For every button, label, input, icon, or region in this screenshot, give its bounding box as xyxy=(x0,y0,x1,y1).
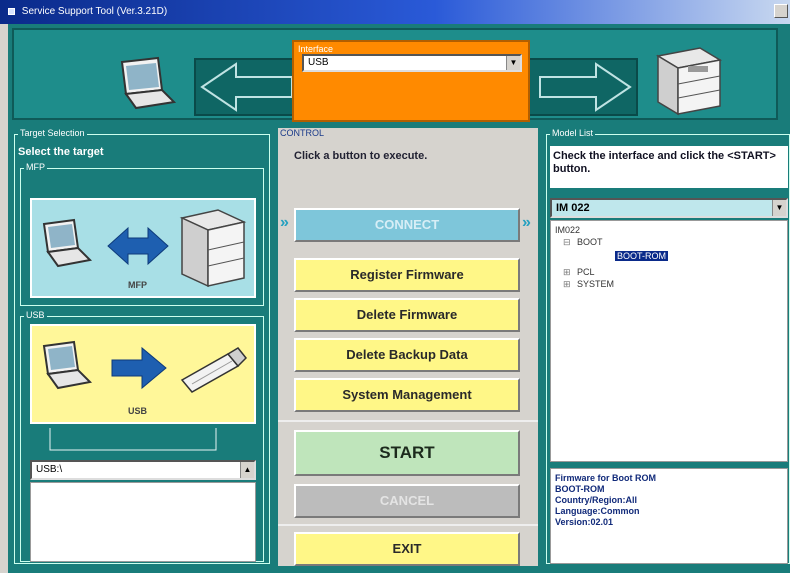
tree-expander-icon[interactable]: ⊞ xyxy=(563,279,571,290)
right-arrow-icon xyxy=(111,346,167,390)
usb-file-list[interactable] xyxy=(30,482,256,562)
chevron-right-icon: » xyxy=(280,214,289,231)
laptop-icon xyxy=(42,340,93,390)
target-selection-panel: Target Selection Select the target MFP M… xyxy=(12,128,272,566)
connect-button[interactable]: CONNECT xyxy=(294,208,520,242)
control-instruction: Click a button to execute. xyxy=(294,150,428,162)
app-icon xyxy=(8,7,15,15)
control-panel: CONTROL Click a button to execute. » CON… xyxy=(278,128,538,566)
cancel-button[interactable]: CANCEL xyxy=(294,484,520,518)
scroll-arrow-icon[interactable]: ▲ xyxy=(240,462,254,478)
usb-caption: USB xyxy=(128,406,148,416)
model-value: IM 022 xyxy=(556,202,590,214)
info-line: Language:Common xyxy=(555,506,640,516)
mfp-target-option[interactable]: MFP xyxy=(30,198,256,298)
info-line: Country/Region:All xyxy=(555,495,637,505)
interface-band: Interface USB ▼ xyxy=(12,28,778,122)
system-management-button[interactable]: System Management xyxy=(294,378,520,412)
mfp-printer-icon xyxy=(179,209,247,288)
info-line: BOOT-ROM xyxy=(555,484,605,494)
chevron-right-icon: » xyxy=(522,214,531,231)
usb-target-option[interactable]: USB xyxy=(30,324,256,424)
model-list-title: Model List xyxy=(550,128,596,138)
control-title: CONTROL xyxy=(280,128,325,138)
register-firmware-button[interactable]: Register Firmware xyxy=(294,258,520,292)
delete-firmware-button[interactable]: Delete Firmware xyxy=(294,298,520,332)
tree-expander-icon[interactable]: ⊞ xyxy=(563,267,571,278)
firmware-tree[interactable]: IM022 ⊟ BOOT BOOT-ROM ⊞ PCL ⊞ SYSTEM xyxy=(550,220,788,462)
tree-expander-icon[interactable]: ⊟ xyxy=(563,237,571,248)
info-line: Version:02.01 xyxy=(555,517,614,527)
divider xyxy=(278,420,538,422)
usb-drive-dropdown[interactable]: USB:\ ▲ xyxy=(30,460,256,480)
chevron-down-icon[interactable]: ▼ xyxy=(506,56,520,70)
tree-node-boot-rom[interactable]: BOOT-ROM xyxy=(615,251,668,261)
start-button[interactable]: START xyxy=(294,430,520,476)
tree-node-pcl[interactable]: PCL xyxy=(577,267,595,277)
mfp-caption: MFP xyxy=(128,280,147,290)
info-line: Firmware for Boot ROM xyxy=(555,473,657,483)
interface-value: USB xyxy=(308,57,329,68)
target-selection-title: Target Selection xyxy=(18,128,87,138)
model-dropdown[interactable]: IM 022 ▼ xyxy=(550,198,788,218)
delete-backup-data-button[interactable]: Delete Backup Data xyxy=(294,338,520,372)
usb-drive-icon xyxy=(180,347,248,393)
laptop-icon xyxy=(42,218,93,268)
select-target-instruction: Select the target xyxy=(18,146,104,158)
close-button[interactable] xyxy=(774,4,788,18)
usb-connector-line xyxy=(49,428,217,451)
main-window: Interface USB ▼ Target Selection Select … xyxy=(8,24,790,573)
usb-drive-value: USB:\ xyxy=(36,464,63,475)
interface-label: Interface xyxy=(298,44,334,54)
exit-button[interactable]: EXIT xyxy=(294,532,520,566)
usb-group-label: USB xyxy=(24,310,47,320)
divider xyxy=(278,524,538,526)
firmware-info-box: Firmware for Boot ROM BOOT-ROM Country/R… xyxy=(550,468,788,564)
model-list-instruction: Check the interface and click the <START… xyxy=(550,146,788,188)
title-bar: Service Support Tool (Ver.3.21D) xyxy=(0,0,790,24)
mfp-group-label: MFP xyxy=(24,162,47,172)
interface-dropdown[interactable]: USB ▼ xyxy=(302,54,522,72)
laptop-icon xyxy=(120,56,176,110)
interface-selector-box: Interface USB ▼ xyxy=(292,40,530,122)
tree-node-root[interactable]: IM022 xyxy=(555,225,580,235)
window-title: Service Support Tool (Ver.3.21D) xyxy=(21,6,168,17)
chevron-down-icon[interactable]: ▼ xyxy=(772,200,786,216)
tree-node-system[interactable]: SYSTEM xyxy=(577,279,614,289)
mfp-printer-icon xyxy=(655,47,723,116)
tree-node-boot[interactable]: BOOT xyxy=(577,237,603,247)
double-arrow-icon xyxy=(107,226,169,266)
model-list-panel: Model List Check the interface and click… xyxy=(544,128,790,566)
